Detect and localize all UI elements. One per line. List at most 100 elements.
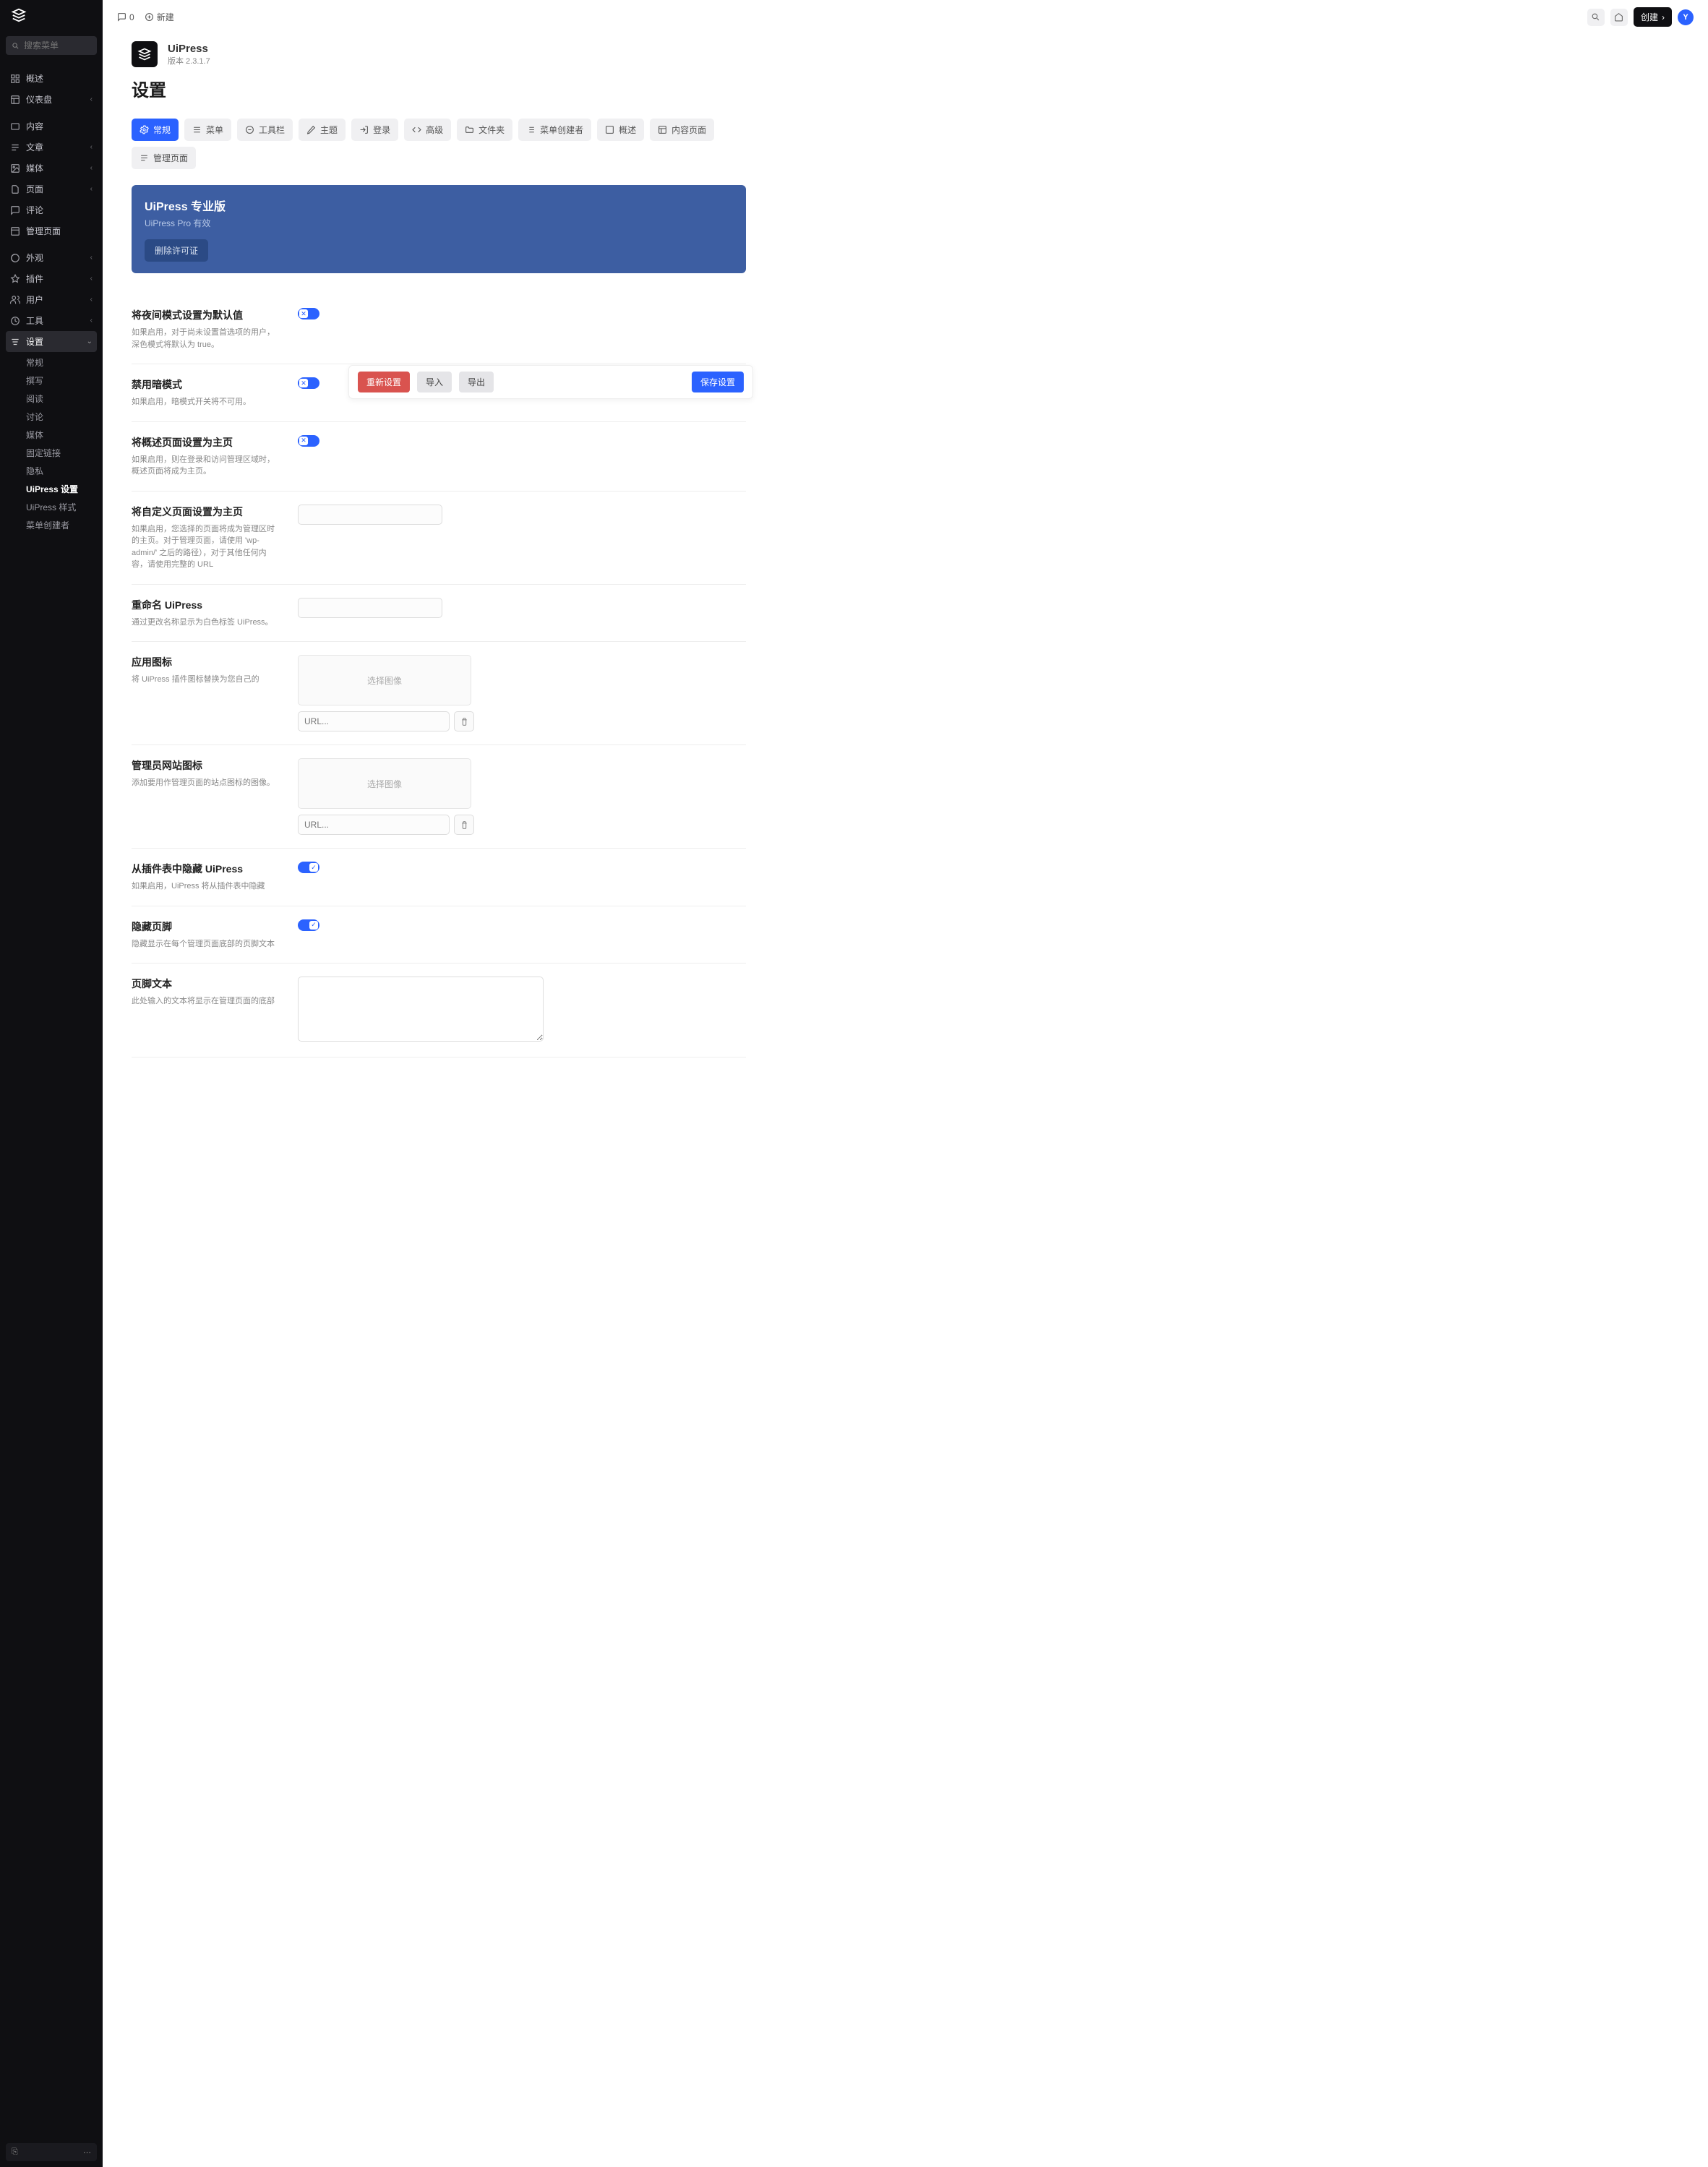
- app-icon-picker[interactable]: 选择图像: [298, 655, 471, 705]
- toggle-hide-plugin[interactable]: ✓: [298, 862, 319, 873]
- toggle-dark-default[interactable]: ✕: [298, 308, 319, 319]
- tab-label: 菜单: [206, 124, 223, 136]
- clear-app-icon-button[interactable]: [454, 711, 474, 731]
- user-avatar[interactable]: Y: [1678, 9, 1694, 25]
- export-button[interactable]: 导出: [459, 372, 494, 392]
- setting-app-icon: 应用图标 将 UiPress 插件图标替换为您自己的 选择图像: [132, 642, 746, 745]
- setting-title: 重命名 UiPress: [132, 598, 276, 612]
- tab-menu[interactable]: 菜单: [184, 119, 231, 141]
- setting-desc: 通过更改名称显示为白色标签 UiPress。: [132, 617, 276, 629]
- sidebar-search[interactable]: [6, 36, 97, 55]
- menu-icon: [192, 125, 202, 134]
- tab-menu-creator[interactable]: 菜单创建者: [518, 119, 591, 141]
- search-button[interactable]: [1587, 9, 1605, 26]
- nav-plugins[interactable]: 插件 ‹: [6, 268, 97, 289]
- manage-icon: [10, 226, 20, 236]
- tab-theme[interactable]: 主题: [299, 119, 346, 141]
- import-button[interactable]: 导入: [417, 372, 452, 392]
- tab-content-pages[interactable]: 内容页面: [650, 119, 714, 141]
- toggle-hide-footer[interactable]: ✓: [298, 919, 319, 931]
- comment-icon: [117, 12, 126, 22]
- nav-posts[interactable]: 文章 ‹: [6, 137, 97, 158]
- save-button[interactable]: 保存设置: [692, 372, 744, 392]
- tab-label: 主题: [320, 124, 338, 136]
- setting-hide-plugin: 从插件表中隐藏 UiPress 如果启用，UiPress 将从插件表中隐藏 ✓: [132, 849, 746, 906]
- tab-advanced[interactable]: 高级: [404, 119, 451, 141]
- toggle-overview-home[interactable]: ✕: [298, 435, 319, 447]
- chevron-left-icon: ‹: [90, 296, 93, 304]
- favicon-picker[interactable]: 选择图像: [298, 758, 471, 809]
- tab-manage-pages[interactable]: 管理页面: [132, 147, 196, 169]
- nav-media[interactable]: 媒体 ‹: [6, 158, 97, 179]
- tab-overview[interactable]: 概述: [597, 119, 644, 141]
- media-icon: [10, 163, 20, 173]
- search-input[interactable]: [24, 40, 91, 51]
- comments-button[interactable]: 0: [117, 12, 134, 22]
- check-icon: ✓: [311, 921, 317, 929]
- tab-toolbar[interactable]: 工具栏: [237, 119, 293, 141]
- content-icon: [10, 121, 20, 132]
- x-icon: ✕: [301, 437, 306, 445]
- tab-folders[interactable]: 文件夹: [457, 119, 512, 141]
- nav-label: 内容: [26, 120, 43, 132]
- setting-title: 将夜间模式设置为默认值: [132, 308, 276, 322]
- rename-input[interactable]: [298, 598, 442, 618]
- new-button[interactable]: 新建: [145, 11, 174, 23]
- nav-users[interactable]: 用户 ‹: [6, 289, 97, 310]
- grid-icon: [10, 74, 20, 84]
- create-button[interactable]: 创建 ›: [1634, 7, 1672, 27]
- setting-title: 隐藏页脚: [132, 919, 276, 934]
- reset-button[interactable]: 重新设置: [358, 372, 410, 392]
- setting-desc: 此处输入的文本将显示在管理页面的底部: [132, 995, 276, 1008]
- users-icon: [10, 295, 20, 305]
- nav-dashboard[interactable]: 仪表盘 ‹: [6, 89, 97, 110]
- tab-login[interactable]: 登录: [351, 119, 398, 141]
- nav-content[interactable]: 内容: [6, 116, 97, 137]
- nav-tools[interactable]: 工具 ‹: [6, 310, 97, 331]
- nav-manage-pages[interactable]: 管理页面: [6, 220, 97, 241]
- page-logo-icon: [132, 41, 158, 67]
- sub-uipress-settings[interactable]: UiPress 设置: [26, 480, 97, 498]
- footer-text-input[interactable]: [298, 977, 544, 1042]
- remove-license-button[interactable]: 删除许可证: [145, 239, 208, 262]
- chevron-left-icon: ‹: [90, 95, 93, 103]
- sub-writing[interactable]: 撰写: [26, 372, 97, 390]
- nav-label: 概述: [26, 72, 43, 85]
- setting-desc: 如果启用，UiPress 将从插件表中隐藏: [132, 880, 276, 893]
- toggle-disable-dark[interactable]: ✕: [298, 377, 319, 389]
- nav-pages[interactable]: 页面 ‹: [6, 179, 97, 199]
- nav-label: 工具: [26, 314, 43, 327]
- nav-label: 评论: [26, 204, 43, 216]
- overview-icon: [605, 125, 614, 134]
- nav-label: 管理页面: [26, 225, 61, 237]
- app-icon-url-input[interactable]: [298, 711, 450, 731]
- pro-banner: UiPress 专业版 UiPress Pro 有效 删除许可证: [132, 185, 746, 273]
- nav-label: 文章: [26, 141, 43, 153]
- sub-menu-creator[interactable]: 菜单创建者: [26, 516, 97, 534]
- sub-permalinks[interactable]: 固定链接: [26, 444, 97, 462]
- sub-privacy[interactable]: 隐私: [26, 462, 97, 480]
- setting-desc: 隐藏显示在每个管理页面底部的页脚文本: [132, 938, 276, 951]
- sub-reading[interactable]: 阅读: [26, 390, 97, 408]
- tab-label: 菜单创建者: [540, 124, 583, 136]
- nav-settings-submenu: 常规 撰写 阅读 讨论 媒体 固定链接 隐私 UiPress 设置 UiPres…: [6, 352, 97, 537]
- collapse-button[interactable]: ⎘ ⋯: [6, 2143, 97, 2161]
- favicon-url-input[interactable]: [298, 815, 450, 835]
- sub-uipress-styles[interactable]: UiPress 样式: [26, 498, 97, 516]
- setting-dark-default: 将夜间模式设置为默认值 如果启用，对于尚未设置首选项的用户，深色模式将默认为 t…: [132, 295, 746, 364]
- nav-appearance[interactable]: 外观 ‹: [6, 247, 97, 268]
- nav-comments[interactable]: 评论: [6, 199, 97, 220]
- comments-count: 0: [129, 12, 134, 22]
- home-button[interactable]: [1610, 9, 1628, 26]
- nav-overview[interactable]: 概述: [6, 68, 97, 89]
- sub-general[interactable]: 常规: [26, 353, 97, 372]
- settings-tabs: 常规 菜单 工具栏 主题 登录 高级 文件夹 菜单创建者 概述 内容页面 管理页…: [132, 119, 746, 169]
- clear-favicon-button[interactable]: [454, 815, 474, 835]
- check-icon: ✓: [311, 864, 317, 872]
- tab-general[interactable]: 常规: [132, 119, 179, 141]
- nav-settings[interactable]: 设置 ⌄: [6, 331, 97, 352]
- sub-discussion[interactable]: 讨论: [26, 408, 97, 426]
- topbar: 0 新建 创建 › Y: [103, 0, 1708, 34]
- custom-home-input[interactable]: [298, 505, 442, 525]
- sub-media[interactable]: 媒体: [26, 426, 97, 444]
